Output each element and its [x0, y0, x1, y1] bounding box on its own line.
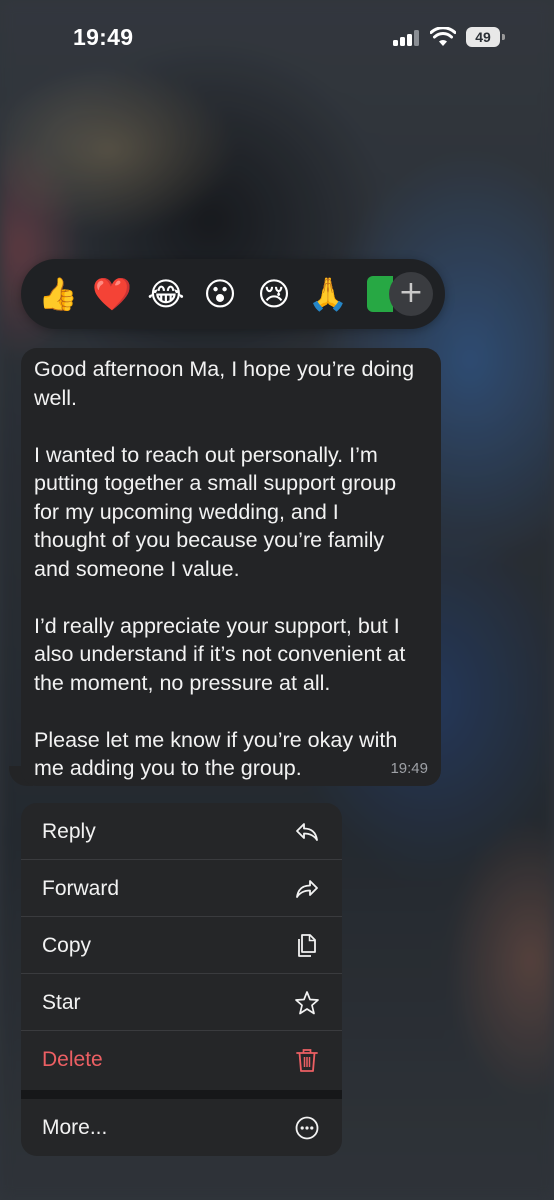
menu-item-label: More...	[42, 1116, 108, 1139]
menu-item-copy[interactable]: Copy	[21, 917, 342, 974]
cellular-signal-icon	[393, 30, 421, 46]
reaction-surprised-face[interactable]: 😮	[200, 274, 240, 314]
message-context-menu: Reply Forward Copy Star Delete More...	[21, 803, 342, 1156]
reaction-crying-face[interactable]: 😢	[254, 274, 294, 314]
menu-item-label: Forward	[42, 877, 120, 900]
reaction-thumbs-up[interactable]: 👍	[38, 274, 78, 314]
menu-item-label: Reply	[42, 820, 96, 843]
menu-divider	[21, 1090, 342, 1099]
trash-icon	[296, 1049, 318, 1072]
menu-item-more[interactable]: More...	[21, 1099, 342, 1156]
wifi-icon	[430, 27, 456, 46]
reaction-bar: 👍 ❤️ 😂 😮 😢 🙏 +	[21, 259, 445, 329]
reaction-tears-of-joy[interactable]: 😂	[146, 274, 186, 314]
message-text: Good afternoon Ma, I hope you’re doing w…	[34, 357, 415, 780]
battery-level: 49	[466, 27, 500, 47]
battery-icon: 49	[466, 27, 505, 47]
copy-icon	[298, 934, 316, 957]
message-timestamp: 19:49	[390, 760, 428, 777]
status-bar: 19:49 49	[0, 0, 554, 74]
reaction-red-heart[interactable]: ❤️	[92, 274, 132, 314]
more-icon	[295, 1116, 319, 1140]
add-reaction-button[interactable]: +	[389, 272, 433, 316]
reaction-folded-hands[interactable]: 🙏	[308, 274, 348, 314]
reply-icon	[296, 823, 318, 841]
status-time: 19:49	[73, 24, 134, 50]
menu-item-label: Copy	[42, 934, 92, 957]
forward-icon	[296, 880, 318, 898]
menu-item-reply[interactable]: Reply	[21, 803, 342, 860]
message-bubble[interactable]: Good afternoon Ma, I hope you’re doing w…	[21, 348, 441, 786]
menu-item-label: Delete	[42, 1048, 103, 1071]
menu-item-label: Star	[42, 991, 81, 1014]
menu-item-delete[interactable]: Delete	[21, 1031, 342, 1088]
star-icon	[295, 991, 319, 1015]
menu-item-forward[interactable]: Forward	[21, 860, 342, 917]
menu-item-star[interactable]: Star	[21, 974, 342, 1031]
